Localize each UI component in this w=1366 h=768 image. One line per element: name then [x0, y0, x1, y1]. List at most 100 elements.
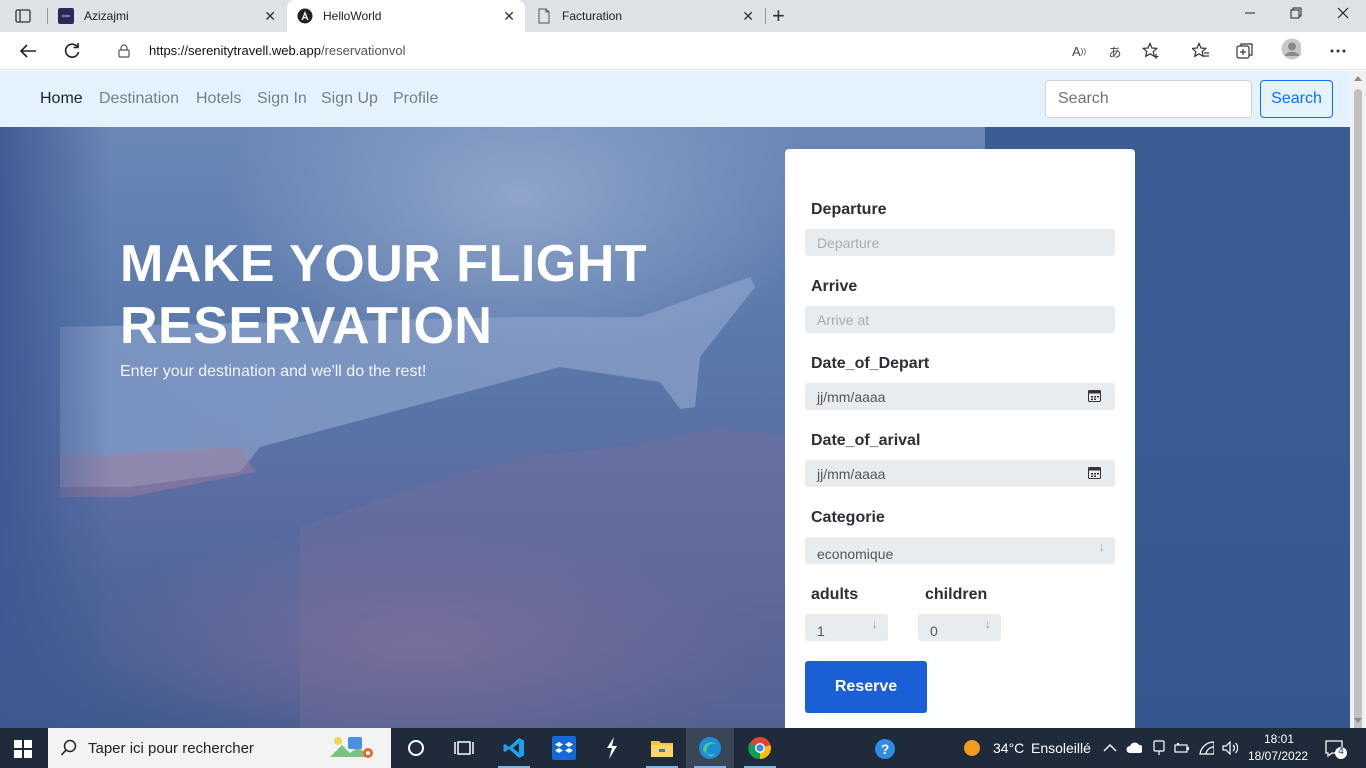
reserve-button[interactable]: Reserve — [805, 661, 927, 713]
calendar-icon[interactable] — [1088, 466, 1101, 484]
dropdown-arrow-icon: ↓ — [984, 616, 992, 631]
lock-icon[interactable] — [118, 44, 130, 63]
edge-browser-icon[interactable] — [686, 728, 734, 768]
calendar-icon[interactable] — [1088, 389, 1101, 407]
tab-helloworld[interactable]: HelloWorld ✕ — [287, 0, 525, 32]
browser-tab-bar: Azizajmi ✕ HelloWorld ✕ Facturation ✕ + — [0, 0, 1366, 32]
nav-profile[interactable]: Profile — [393, 90, 438, 108]
tab-title: Facturation — [562, 9, 623, 23]
windows-taskbar: Taper ici pour rechercher ? 34°C Ensolei… — [0, 728, 1366, 768]
close-window-icon[interactable] — [1337, 6, 1349, 22]
nav-search-button[interactable]: Search — [1260, 80, 1333, 118]
task-view-icon[interactable] — [440, 728, 488, 768]
scroll-down-icon[interactable] — [1354, 718, 1362, 723]
date-depart-input[interactable]: jj/mm/aaaa — [805, 383, 1115, 410]
chrome-browser-icon[interactable] — [736, 728, 784, 768]
taskbar-search-text: Taper ici pour rechercher — [88, 740, 254, 757]
windows-start-icon[interactable] — [14, 740, 32, 763]
profile-avatar-icon[interactable] — [1281, 38, 1301, 60]
back-icon[interactable] — [17, 40, 39, 62]
adults-value: 1 — [817, 623, 825, 639]
date-arrival-input[interactable]: jj/mm/aaaa — [805, 460, 1115, 487]
tab-separator — [765, 8, 766, 24]
date-depart-value: jj/mm/aaaa — [817, 389, 886, 405]
nav-hotels[interactable]: Hotels — [196, 90, 241, 108]
clock-time[interactable]: 18:01 — [1264, 732, 1294, 746]
hero-subtitle: Enter your destination and we'll do the … — [120, 363, 427, 380]
read-aloud-icon[interactable]: A)) — [1069, 41, 1089, 61]
site-favicon-icon — [58, 8, 74, 24]
translate-icon[interactable]: あ — [1105, 41, 1125, 61]
dropdown-arrow-icon: ↓ — [871, 616, 879, 631]
tab-facturation[interactable]: Facturation ✕ — [526, 0, 764, 32]
browser-toolbar: https://serenitytravell.web.app/reservat… — [0, 32, 1366, 70]
airplane-wing-background — [0, 127, 1350, 728]
notification-center-icon[interactable]: 4 — [1324, 738, 1348, 760]
address-bar[interactable]: https://serenitytravell.web.app/reservat… — [100, 36, 1180, 66]
scroll-up-icon[interactable] — [1354, 76, 1362, 81]
category-select[interactable]: economique ↓ — [805, 537, 1115, 564]
wifi-icon[interactable] — [1198, 740, 1214, 756]
close-tab-icon[interactable]: ✕ — [264, 8, 276, 25]
help-icon[interactable]: ? — [874, 738, 896, 760]
refresh-icon[interactable] — [61, 40, 83, 62]
close-tab-icon[interactable]: ✕ — [742, 8, 754, 25]
notification-count: 4 — [1338, 746, 1344, 757]
show-hidden-icons-icon[interactable] — [1102, 740, 1118, 756]
tab-actions-icon[interactable] — [8, 6, 38, 26]
cortana-icon[interactable] — [392, 728, 440, 768]
file-explorer-icon[interactable] — [638, 728, 686, 768]
nav-destination[interactable]: Destination — [99, 90, 179, 108]
clock-date[interactable]: 18/07/2022 — [1248, 749, 1308, 763]
weather-sun-icon[interactable] — [963, 739, 981, 757]
search-icon — [60, 739, 78, 762]
nav-search-input[interactable] — [1045, 80, 1252, 118]
adults-select[interactable]: 1 ↓ — [805, 614, 888, 641]
date-depart-label: Date_of_Depart — [811, 355, 930, 372]
category-label: Categorie — [811, 509, 885, 526]
onedrive-cloud-icon[interactable] — [1126, 740, 1142, 756]
collections-icon[interactable] — [1235, 41, 1255, 61]
battery-icon[interactable] — [1174, 740, 1190, 756]
tab-title: Azizajmi — [84, 9, 129, 23]
reservation-form: Departure Arrive Date_of_Depart jj/mm/aa… — [785, 149, 1135, 728]
children-value: 0 — [930, 623, 938, 639]
departure-label: Departure — [811, 201, 887, 218]
volume-icon[interactable] — [1222, 740, 1238, 756]
add-favorite-icon[interactable] — [1141, 41, 1161, 61]
url-host: https://serenitytravell.web.app — [149, 43, 321, 58]
hero-section: MAKE YOUR FLIGHT RESERVATION Enter your … — [0, 127, 1350, 728]
search-highlight-icon[interactable] — [326, 733, 378, 768]
favorites-icon[interactable] — [1191, 41, 1211, 61]
weather-temperature[interactable]: 34°C — [993, 740, 1024, 756]
departure-input[interactable] — [805, 229, 1115, 256]
angular-favicon-icon — [297, 8, 313, 24]
nav-sign-in[interactable]: Sign In — [257, 90, 307, 108]
arrive-input[interactable] — [805, 306, 1115, 333]
tab-title: HelloWorld — [323, 9, 382, 23]
device-icon[interactable] — [1151, 740, 1167, 756]
minimize-icon[interactable] — [1244, 6, 1256, 22]
children-select[interactable]: 0 ↓ — [918, 614, 1001, 641]
dropdown-arrow-icon: ↓ — [1098, 539, 1106, 554]
page-favicon-icon — [536, 8, 552, 24]
arrive-label: Arrive — [811, 278, 858, 295]
site-navbar: Home Destination Hotels Sign In Sign Up … — [0, 71, 1350, 127]
restore-icon[interactable] — [1290, 6, 1302, 22]
vscode-app-icon[interactable] — [490, 728, 538, 768]
nav-sign-up[interactable]: Sign Up — [321, 90, 378, 108]
dropbox-app-icon[interactable] — [540, 728, 588, 768]
page-scrollbar[interactable] — [1350, 71, 1366, 731]
weather-description[interactable]: Ensoleillé — [1031, 740, 1091, 756]
hero-title: MAKE YOUR FLIGHT RESERVATION — [120, 235, 648, 355]
url-text: https://serenitytravell.web.app/reservat… — [149, 43, 406, 58]
app-lightning-icon[interactable] — [588, 728, 636, 768]
new-tab-icon[interactable]: + — [772, 5, 785, 27]
date-arrival-label: Date_of_arival — [811, 432, 921, 449]
more-options-icon[interactable] — [1328, 41, 1348, 61]
tab-azizajmi[interactable]: Azizajmi ✕ — [48, 0, 286, 32]
page-viewport: Home Destination Hotels Sign In Sign Up … — [0, 71, 1350, 728]
close-tab-icon[interactable]: ✕ — [503, 8, 515, 25]
scrollbar-thumb[interactable] — [1354, 89, 1362, 731]
nav-home[interactable]: Home — [40, 90, 83, 108]
